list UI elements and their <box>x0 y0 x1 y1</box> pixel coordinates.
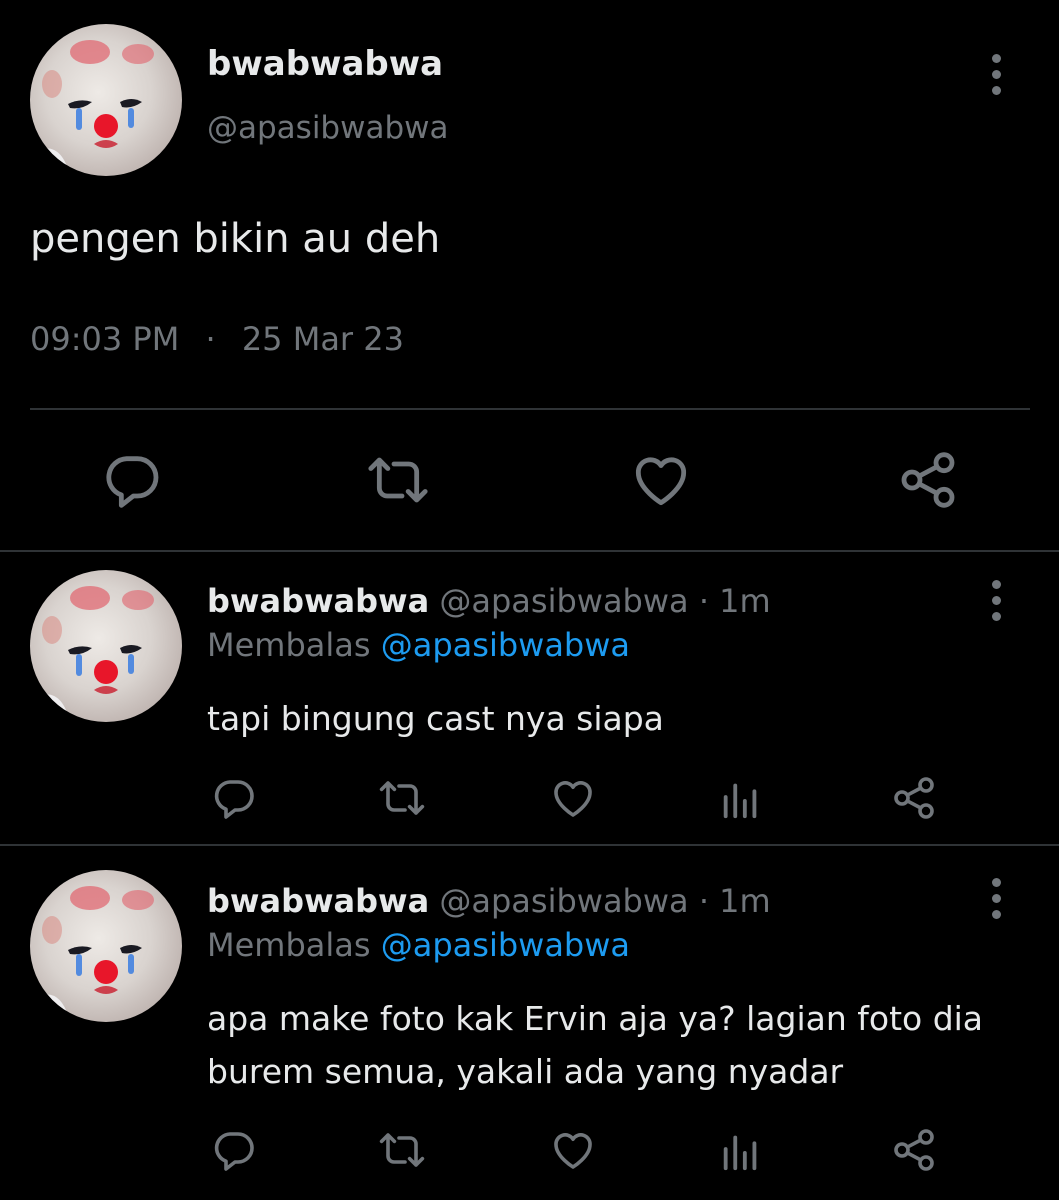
tweet-date: 25 Mar 23 <box>241 320 404 358</box>
handle[interactable]: @apasibwabwa <box>439 582 688 620</box>
divider <box>30 408 1030 410</box>
display-name[interactable]: bwabwabwa <box>207 882 429 920</box>
divider <box>0 550 1059 552</box>
reply-age[interactable]: 1m <box>719 582 771 620</box>
replying-to-link[interactable]: @apasibwabwa <box>381 626 630 664</box>
views-icon[interactable] <box>718 1128 764 1174</box>
replying-to-link[interactable]: @apasibwabwa <box>381 926 630 964</box>
reply-text-line: burem semua, yakali ada yang nyadar <box>207 1052 844 1091</box>
replying-to: Membalas @apasibwabwa <box>207 626 630 664</box>
reply-text: tapi bingung cast nya siapa <box>207 692 664 745</box>
retweet-icon[interactable] <box>366 448 430 512</box>
more-vertical-icon <box>991 53 1001 63</box>
more-options-button[interactable] <box>976 44 1016 104</box>
views-icon[interactable] <box>718 776 764 822</box>
avatar[interactable] <box>30 870 182 1022</box>
tweet-time: 09:03 PM <box>30 320 180 358</box>
separator-dot: · <box>698 882 709 920</box>
retweet-icon[interactable] <box>378 774 426 822</box>
avatar[interactable] <box>30 24 182 176</box>
separator-dot: · <box>205 320 216 358</box>
reply-text-line: apa make foto kak Ervin aja ya? lagian f… <box>207 999 984 1038</box>
display-name[interactable]: bwabwabwa <box>207 44 443 84</box>
replying-label: Membalas <box>207 626 371 664</box>
share-icon[interactable] <box>890 1126 938 1174</box>
separator-dot: · <box>698 582 709 620</box>
reply-text: apa make foto kak Ervin aja ya? lagian f… <box>207 992 983 1098</box>
handle[interactable]: @apasibwabwa <box>207 110 449 146</box>
retweet-icon[interactable] <box>378 1126 426 1174</box>
tweet-timestamp[interactable]: 09:03 PM · 25 Mar 23 <box>30 320 404 358</box>
more-options-button[interactable] <box>976 570 1016 630</box>
reply-icon[interactable] <box>210 1126 258 1174</box>
more-vertical-icon <box>991 579 1001 589</box>
reply-icon[interactable] <box>210 774 258 822</box>
divider <box>0 844 1059 846</box>
reply-header: bwabwabwa @apasibwabwa · 1m <box>207 882 771 920</box>
replying-to: Membalas @apasibwabwa <box>207 926 630 964</box>
replying-label: Membalas <box>207 926 371 964</box>
tweet-text: pengen bikin au deh <box>30 216 441 262</box>
avatar[interactable] <box>30 570 182 722</box>
share-icon[interactable] <box>896 448 960 512</box>
display-name[interactable]: bwabwabwa <box>207 582 429 620</box>
handle[interactable]: @apasibwabwa <box>439 882 688 920</box>
heart-icon[interactable] <box>549 774 597 822</box>
reply-icon[interactable] <box>100 448 164 512</box>
heart-icon[interactable] <box>629 448 693 512</box>
reply-age[interactable]: 1m <box>719 882 771 920</box>
reply-header: bwabwabwa @apasibwabwa · 1m <box>207 582 771 620</box>
heart-icon[interactable] <box>549 1126 597 1174</box>
reply-text-line: tapi bingung cast nya siapa <box>207 699 664 738</box>
share-icon[interactable] <box>890 774 938 822</box>
more-options-button[interactable] <box>976 868 1016 928</box>
more-vertical-icon <box>991 877 1001 887</box>
